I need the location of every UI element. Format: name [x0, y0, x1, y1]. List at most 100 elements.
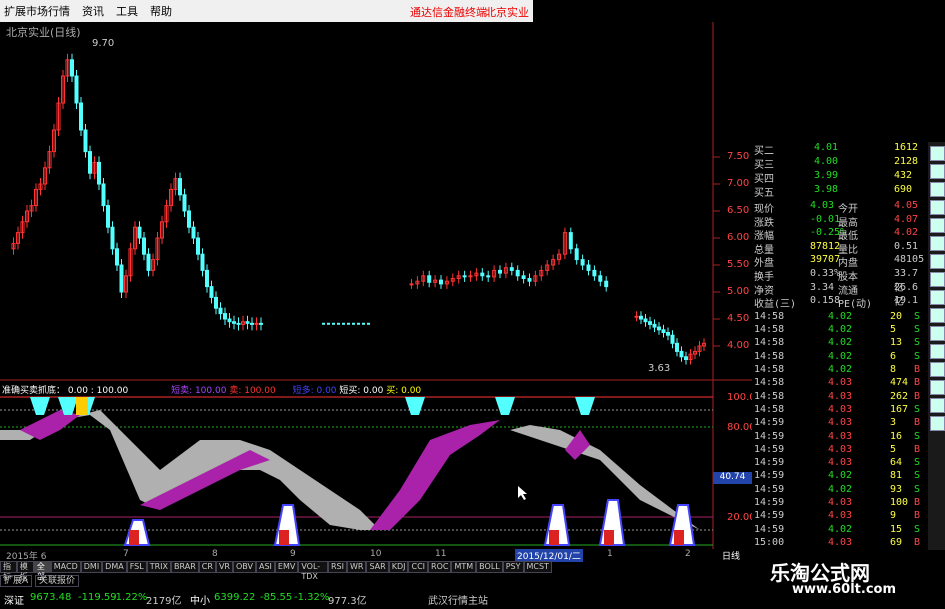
price-tick: 6.00 [727, 232, 750, 243]
menu-item-market[interactable]: 扩展市场行情 [4, 3, 70, 19]
menu-item-news[interactable]: 资讯 [82, 3, 104, 19]
candle-body [214, 296, 218, 309]
candle-body [367, 322, 370, 325]
tab-psy[interactable]: PSY [502, 561, 524, 573]
tick-time: 14:58 [754, 324, 785, 336]
tick-price: 4.02 [828, 483, 853, 495]
candle-body [142, 237, 146, 255]
toolbar-button[interactable] [930, 236, 945, 251]
index2-amount: 977.3亿 [328, 596, 367, 607]
menu-item-tools[interactable]: 工具 [116, 3, 138, 19]
candle-body [322, 322, 325, 325]
tick-volume: 13 [890, 337, 903, 349]
index1-pct: -1.22% [112, 592, 148, 603]
stock-name-header: 北京实业 [485, 6, 529, 19]
tick-row: 14:58 4.02 6 S [754, 351, 924, 364]
stat-row: 外盘 39707 内盘 48105 [754, 254, 924, 269]
tab-macd[interactable]: MACD [50, 561, 81, 573]
price-tick: 4.00 [727, 340, 750, 351]
tab-kdj[interactable]: KDJ [388, 561, 409, 573]
candle-body [187, 210, 191, 228]
tab-指标[interactable]: 指标 [0, 561, 17, 581]
tab-mcst[interactable]: MCST [523, 561, 552, 573]
candle-body [634, 315, 639, 318]
tab-boll[interactable]: BOLL [476, 561, 503, 573]
tab-全部[interactable]: 全部 [33, 561, 51, 581]
candle-body [259, 322, 263, 325]
candle-body [119, 264, 124, 293]
tab-模板[interactable]: 模板 [16, 561, 34, 581]
tab-mtm[interactable]: MTM [451, 561, 477, 573]
tick-side: B [914, 417, 921, 429]
stat-row: 现价 4.03 今开 4.05 [754, 200, 924, 215]
toolbar-button[interactable] [930, 272, 945, 287]
candle-body [223, 313, 227, 320]
tick-row: 15:00 4.03 69 B [754, 537, 924, 550]
candle-body [486, 275, 491, 278]
menu-item-help[interactable]: 帮助 [150, 3, 172, 19]
toolbar-button[interactable] [930, 398, 945, 413]
tick-side: S [914, 403, 921, 415]
tab-cr[interactable]: CR [198, 561, 216, 573]
toolbar-button[interactable] [930, 308, 945, 323]
tab-asi[interactable]: ASI [255, 561, 275, 573]
toolbar-button[interactable] [930, 416, 945, 431]
tick-price: 4.03 [828, 497, 853, 508]
tick-price: 4.02 [828, 337, 853, 349]
toolbar-button[interactable] [930, 362, 945, 377]
mouse-cursor [518, 486, 527, 500]
toolbar-button[interactable] [930, 200, 945, 215]
tab-vol-tdx[interactable]: VOL-TDX [298, 561, 328, 581]
tab-dmi[interactable]: DMI [80, 561, 103, 573]
stat-row: 涨跌 -0.01 最高 4.07 [754, 214, 924, 229]
tab-trix[interactable]: TRIX [146, 561, 172, 573]
tab-dma[interactable]: DMA [102, 561, 127, 573]
tab-related-quote[interactable]: 关联报价 [35, 575, 80, 587]
toolbar-button[interactable] [930, 182, 945, 197]
date-label: 1 [607, 549, 613, 559]
tick-row: 14:58 4.02 8 B [754, 364, 924, 377]
tick-side: B [914, 390, 921, 402]
tab-fsl[interactable]: FSL [126, 561, 147, 573]
tab-cci[interactable]: CCI [408, 561, 429, 573]
candle-body [191, 226, 196, 239]
tab-vr[interactable]: VR [215, 561, 233, 573]
indicator-s3: 短多: 0.00 [292, 386, 337, 396]
toolbar-button[interactable] [930, 218, 945, 233]
tab-extension-a[interactable]: 扩展A [0, 575, 33, 587]
tick-row: 14:59 4.03 9 B [754, 510, 924, 523]
toolbar-button[interactable] [930, 254, 945, 269]
period-label[interactable]: 日线 [722, 549, 740, 562]
candle-body [462, 275, 467, 278]
candle-body [679, 350, 684, 358]
tab-wr[interactable]: WR [346, 561, 367, 573]
tick-time: 14:59 [754, 417, 785, 429]
bid-row: 买四 3.99 432 [754, 170, 924, 185]
toolbar-button[interactable] [930, 344, 945, 359]
candle-body [342, 322, 345, 325]
toolbar-button[interactable] [930, 290, 945, 305]
tab-rsi[interactable]: RSI [327, 561, 347, 573]
sell-signal [575, 397, 595, 415]
tab-roc[interactable]: ROC [428, 561, 452, 573]
tab-emv[interactable]: EMV [274, 561, 299, 573]
candle-body [574, 248, 579, 261]
toolbar-button[interactable] [930, 380, 945, 395]
stat-value2: 4.05 [894, 200, 919, 211]
tick-price: 4.02 [828, 350, 853, 362]
buy-signal-fill [604, 530, 614, 545]
tick-volume: 8 [890, 364, 897, 375]
tick-volume: 16 [890, 430, 903, 442]
tab-obv[interactable]: OBV [232, 561, 256, 573]
stat-value: 4.03 [810, 200, 835, 211]
price-tick: 4.50 [727, 313, 750, 324]
tab-sar[interactable]: SAR [366, 561, 389, 573]
buy-signal-fill [279, 530, 289, 545]
toolbar-button[interactable] [930, 164, 945, 179]
tick-time: 14:58 [754, 310, 785, 322]
tab-brar[interactable]: BRAR [171, 561, 199, 573]
candle-body [652, 323, 657, 328]
toolbar-button[interactable] [930, 146, 945, 161]
toolbar-button[interactable] [930, 326, 945, 341]
bid-row: 买三 4.00 2128 [754, 156, 924, 171]
